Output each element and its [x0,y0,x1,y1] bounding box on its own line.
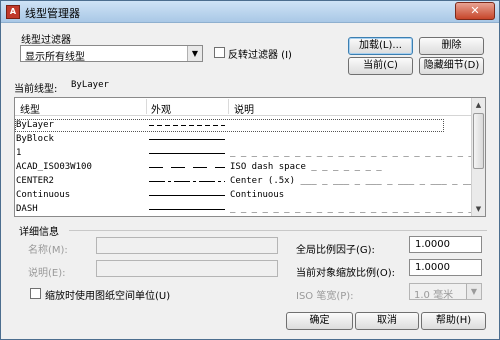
scroll-thumb[interactable] [473,113,484,169]
column-header-appearance[interactable]: 外观 [151,101,171,116]
list-item[interactable]: 1 _ _ _ _ _ _ _ _ _ _ _ _ _ _ _ _ _ _ _ … [15,147,485,160]
iso-pen-width-select[interactable]: 1.0 毫米 ▼ [409,283,482,301]
filter-selected-value: 显示所有线型 [25,52,85,63]
list-item[interactable]: ByLayer [15,119,444,132]
column-header-linetype[interactable]: 线型 [20,101,40,116]
help-button[interactable]: 帮助(H) [421,312,486,330]
filter-label: 线型过滤器 [21,35,71,46]
column-divider[interactable] [228,99,229,114]
linetype-name: Continuous [16,190,71,200]
linetype-description: ISO dash space _ _ _ _ _ _ _ [230,162,382,172]
linetype-description: _ _ _ _ _ _ _ _ _ _ _ _ _ _ _ _ _ _ _ _ … [230,204,486,214]
global-scale-input[interactable]: 1.0000 [409,236,482,253]
details-group-label: 详细信息 [19,227,59,238]
cancel-button[interactable]: 取消 [355,312,419,330]
linetype-name: DASH [16,204,38,214]
linetype-preview [149,209,225,210]
name-label: 名称(M): [28,245,68,256]
filter-select[interactable]: 显示所有线型 ▼ [20,45,203,63]
global-scale-label: 全局比例因子(G): [296,245,375,256]
list-item[interactable]: ACAD_ISO03W100 ISO dash space _ _ _ _ _ … [15,161,472,174]
column-divider[interactable] [146,99,147,114]
iso-pen-width-value: 1.0 毫米 [414,290,454,301]
linetype-name: ByLayer [16,120,54,130]
list-scrollbar[interactable]: ▲ ▼ [471,98,485,216]
group-divider [69,230,487,231]
paper-space-units-checkbox[interactable] [30,288,41,299]
list-item[interactable]: Continuous Continuous [15,189,472,202]
linetype-name: ByBlock [16,134,54,144]
list-item[interactable]: ByBlock [15,133,472,146]
chevron-down-icon[interactable]: ▼ [187,46,202,61]
object-scale-input[interactable]: 1.0000 [409,259,482,276]
global-scale-value: 1.0000 [415,239,450,250]
arrow-down-icon[interactable]: ▼ [472,202,485,216]
close-icon: ✕ [470,4,480,17]
paper-space-units-label: 缩放时使用图纸空间单位(U) [45,291,171,302]
autocad-app-icon: A [6,5,20,19]
linetype-name: 1 [16,148,22,158]
list-header: 线型 外观 说明 [15,98,472,116]
linetype-preview [149,125,225,126]
object-scale-value: 1.0000 [415,262,450,273]
object-scale-label: 当前对象缩放比例(O): [296,268,396,279]
column-header-description[interactable]: 说明 [234,101,254,116]
invert-filter-checkbox[interactable] [214,47,225,58]
description-label: 说明(E): [28,268,66,279]
linetype-preview [149,153,225,154]
linetype-name: CENTER2 [16,176,54,186]
linetype-preview [149,139,225,140]
linetype-list[interactable]: 线型 外观 说明 ByLayer ByBlock 1 _ _ _ _ _ _ _… [14,97,486,217]
linetype-description: Continuous [230,190,285,200]
list-item[interactable]: CENTER2 Center (.5x) ___ _ ___ _ ___ _ _… [15,175,479,188]
linetype-preview [149,195,225,196]
linetype-name: ACAD_ISO03W100 [16,162,92,172]
arrow-up-icon[interactable]: ▲ [472,98,485,112]
delete-button[interactable]: 删除 [419,37,484,55]
iso-pen-width-label: ISO 笔宽(P): [296,291,354,302]
current-linetype-label: 当前线型: [14,84,58,95]
linetype-preview [149,181,225,182]
current-linetype-value: ByLayer [71,80,109,90]
chevron-down-icon[interactable]: ▼ [466,284,481,299]
hide-details-button[interactable]: 隐藏细节(D) [419,57,484,75]
invert-filter-label: 反转过滤器 (I) [228,50,292,61]
name-field[interactable] [96,237,278,254]
linetype-description: _ _ _ _ _ _ _ _ _ _ _ _ _ _ _ _ _ _ _ _ … [230,148,486,158]
title-bar[interactable]: A 线型管理器 ✕ [1,1,499,23]
close-button[interactable]: ✕ [455,2,495,20]
linetype-description: Center (.5x) ___ _ ___ _ ___ _ ___ _ ___… [230,176,480,186]
list-item[interactable]: DASH _ _ _ _ _ _ _ _ _ _ _ _ _ _ _ _ _ _… [15,203,485,216]
ok-button[interactable]: 确定 [286,312,353,330]
description-field[interactable] [96,260,278,277]
window-title: 线型管理器 [25,7,80,20]
current-button[interactable]: 当前(C) [348,57,413,75]
linetype-manager-window: A 线型管理器 ✕ 线型过滤器 显示所有线型 ▼ 反转过滤器 (I) 加载(L)… [0,0,500,340]
linetype-preview [149,167,225,168]
load-button[interactable]: 加载(L)... [348,37,413,55]
